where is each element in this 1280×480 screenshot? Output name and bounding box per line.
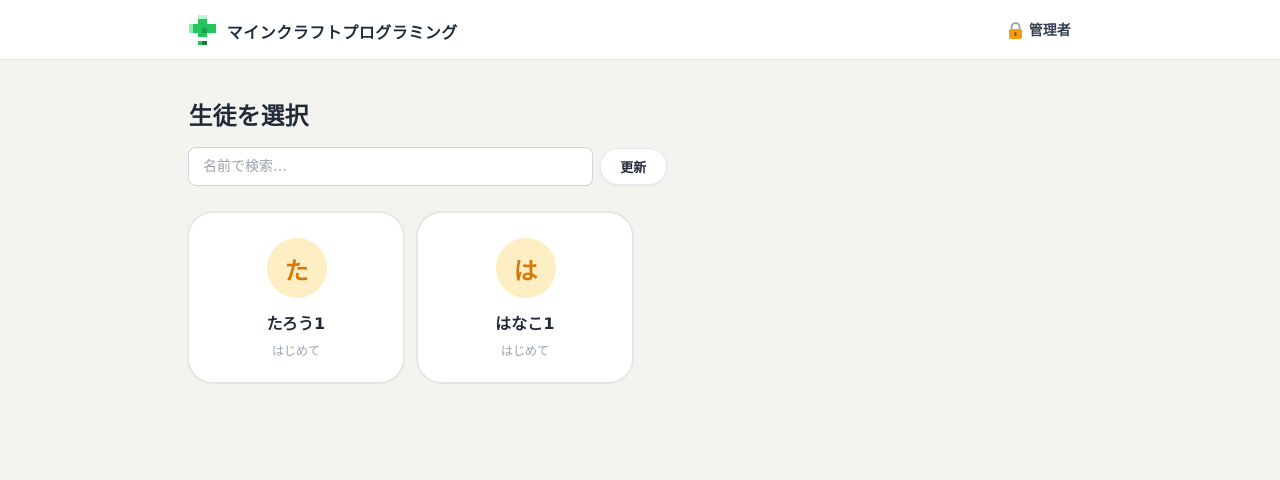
search-input[interactable] [188, 147, 593, 186]
student-status: はじめて [500, 344, 549, 358]
top-header: マインクラフトプログラミング 管理者 [0, 0, 1280, 60]
avatar: た [267, 238, 327, 298]
student-name: はなこ1 [495, 314, 555, 333]
admin-link[interactable]: 管理者 [1008, 20, 1071, 40]
refresh-button[interactable]: 更新 [600, 148, 667, 185]
student-card[interactable]: は はなこ1 はじめて [416, 211, 634, 384]
student-status: はじめて [271, 344, 320, 358]
page-title: 生徒を選択 [189, 102, 309, 130]
green-cross-logo-icon [189, 15, 216, 45]
student-card[interactable]: た たろう1 はじめて [187, 211, 405, 384]
admin-label: 管理者 [1029, 23, 1071, 39]
student-name: たろう1 [266, 314, 326, 333]
avatar: は [496, 238, 556, 298]
lock-icon [1009, 21, 1022, 39]
app-title: マインクラフトプログラミング [227, 23, 459, 42]
